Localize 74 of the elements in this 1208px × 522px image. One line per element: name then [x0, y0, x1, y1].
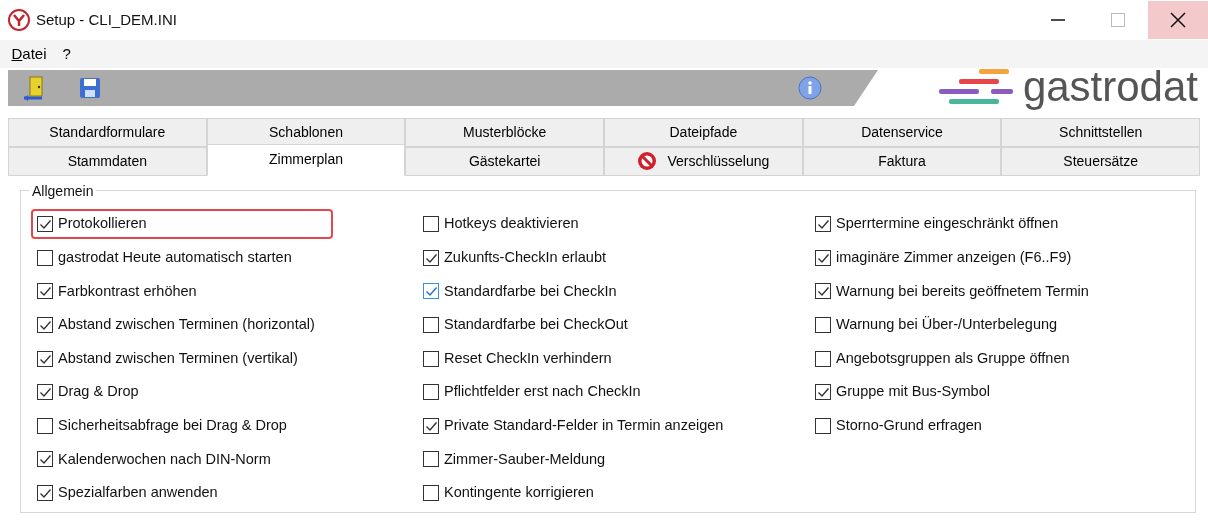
checkbox-label: Warnung bei Über-/Unterbelegung	[836, 315, 1058, 335]
checkbox-label: Sperrtermine eingeschränkt öffnen	[836, 214, 1059, 234]
checkbox[interactable]	[815, 249, 831, 266]
checkbox-label: Zimmer-Sauber-Meldung	[444, 449, 606, 469]
checkbox[interactable]	[423, 317, 439, 334]
checkbox[interactable]	[37, 350, 53, 367]
checkbox-label: Kalenderwochen nach DIN-Norm	[58, 449, 271, 469]
checkbox[interactable]	[815, 417, 831, 434]
tab[interactable]: Schnittstellen	[1001, 117, 1201, 147]
checkbox-label: Zukunfts-CheckIn erlaubt	[444, 248, 606, 267]
checkbox[interactable]	[815, 384, 831, 401]
checkbox[interactable]	[37, 249, 53, 266]
checkbox-label: Pflichtfelder erst nach CheckIn	[444, 382, 641, 402]
checkbox[interactable]	[815, 283, 831, 300]
checkbox-label: imaginäre Zimmer anzeigen (F6..F9)	[836, 248, 1072, 267]
menu-item[interactable]: Datei	[3, 42, 55, 66]
checkbox-label: gastrodat Heute automatisch starten	[58, 248, 292, 267]
checkbox[interactable]	[423, 216, 439, 233]
tab[interactable]: Steuersätze	[1001, 146, 1201, 176]
checkbox[interactable]	[37, 283, 53, 300]
checkbox-label: Protokollieren	[58, 214, 147, 234]
checkbox[interactable]	[423, 350, 439, 367]
checkbox[interactable]	[815, 317, 831, 334]
checkbox-label: Spezialfarben anwenden	[58, 483, 218, 503]
checkbox-label: Abstand zwischen Terminen (vertikal)	[58, 348, 298, 368]
checkbox-label: Storno-Grund erfragen	[836, 416, 982, 435]
checkbox[interactable]	[815, 216, 831, 233]
checkbox-label: Abstand zwischen Terminen (horizontal)	[58, 315, 315, 335]
logo-lines-icon	[938, 69, 1013, 105]
tab[interactable]: Verschlüsselung	[604, 146, 803, 176]
menu-item[interactable]: ?	[54, 42, 79, 66]
checkbox[interactable]	[423, 283, 439, 300]
checkbox-label: Angebotsgruppen als Gruppe öffnen	[836, 348, 1070, 368]
checkbox-label: Kontingente korrigieren	[444, 483, 594, 503]
tab[interactable]: Musterblöcke	[405, 117, 604, 147]
save-icon	[79, 77, 101, 99]
tab[interactable]: Schablonen	[206, 117, 406, 147]
checkbox-label: Warnung bei bereits geöffnetem Termin	[836, 281, 1089, 301]
checkbox[interactable]	[37, 451, 53, 468]
tab[interactable]: Dateipfade	[604, 117, 803, 147]
checkbox[interactable]	[815, 350, 831, 367]
maximize-icon	[1111, 13, 1125, 27]
checkbox[interactable]	[37, 384, 53, 401]
tab[interactable]: Zimmerplan	[206, 143, 406, 176]
checkbox[interactable]	[37, 317, 53, 334]
checkbox-label: Standardfarbe bei CheckIn	[444, 281, 617, 301]
tab[interactable]: Faktura	[802, 146, 1002, 176]
tab[interactable]: Gästekartei	[405, 146, 604, 176]
checkbox-label: Sicherheitsabfrage bei Drag & Drop	[58, 416, 287, 435]
close-button[interactable]	[1148, 1, 1208, 39]
checkbox-label: Private Standard-Felder in Termin anzeigen	[444, 416, 724, 435]
checkbox[interactable]	[37, 485, 53, 502]
tab[interactable]: Stammdaten	[8, 146, 207, 176]
info-icon	[798, 76, 822, 100]
checkbox-label: Hotkeys deaktivieren	[444, 214, 579, 234]
checkbox-label: Gruppe mit Bus-Symbol	[836, 382, 990, 402]
logo-text: gastrodat	[1022, 66, 1198, 108]
close-icon	[1170, 12, 1186, 28]
checkbox[interactable]	[423, 451, 439, 468]
checkbox[interactable]	[37, 216, 53, 233]
checkbox-label: Standardfarbe bei CheckOut	[444, 315, 628, 335]
door-icon	[22, 74, 44, 102]
checkbox[interactable]	[37, 417, 53, 434]
tab[interactable]: Datenservice	[802, 117, 1002, 147]
app-icon	[8, 9, 30, 31]
checkbox-label: Farbkontrast erhöhen	[58, 281, 197, 301]
tab[interactable]: Standardformulare	[8, 117, 207, 147]
window-title: Setup - CLI_DEM.INI	[36, 9, 178, 30]
checkbox[interactable]	[423, 417, 439, 434]
checkbox-label: Drag & Drop	[58, 382, 139, 402]
checkbox-label: Reset CheckIn verhindern	[444, 348, 612, 368]
checkbox[interactable]	[423, 384, 439, 401]
checkbox[interactable]	[423, 249, 439, 266]
checkbox[interactable]	[423, 485, 439, 502]
